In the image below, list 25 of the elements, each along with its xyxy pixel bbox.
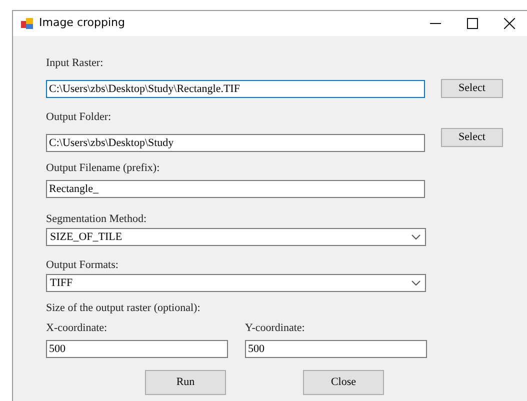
field-label: Output Folder: [46, 111, 112, 124]
action-button[interactable]: Select [441, 128, 503, 147]
text-field[interactable]: 500 [46, 340, 228, 358]
action-button[interactable]: Close [303, 370, 384, 395]
action-button[interactable]: Run [145, 370, 226, 395]
text-field[interactable]: C:\Users\zbs\Desktop\Study [46, 134, 425, 152]
maximize-icon[interactable] [467, 18, 478, 29]
window-title: Image cropping [39, 15, 125, 32]
dropdown[interactable]: SIZE_OF_TILE [46, 228, 426, 246]
action-button[interactable]: Select [441, 79, 503, 98]
dropdown[interactable]: TIFF [46, 274, 426, 292]
field-label: Output Filename (prefix): [46, 162, 161, 175]
text-field[interactable]: Rectangle_ [46, 180, 425, 198]
text-field[interactable]: C:\Users\zbs\Desktop\Study\Rectangle.TIF [46, 80, 425, 98]
chevron-down-icon [411, 280, 421, 286]
app-icon [21, 18, 34, 30]
field-label: Input Raster: [46, 57, 104, 70]
field-label: X-coordinate: [46, 322, 108, 335]
field-label: Size of the output raster (optional): [46, 302, 202, 315]
close-icon[interactable] [504, 18, 515, 29]
field-label: Y-coordinate: [245, 322, 306, 335]
text-field[interactable]: 500 [245, 340, 427, 358]
chevron-down-icon [411, 234, 421, 240]
field-label: Segmentation Method: [46, 213, 148, 226]
field-label: Output Formats: [46, 259, 120, 272]
